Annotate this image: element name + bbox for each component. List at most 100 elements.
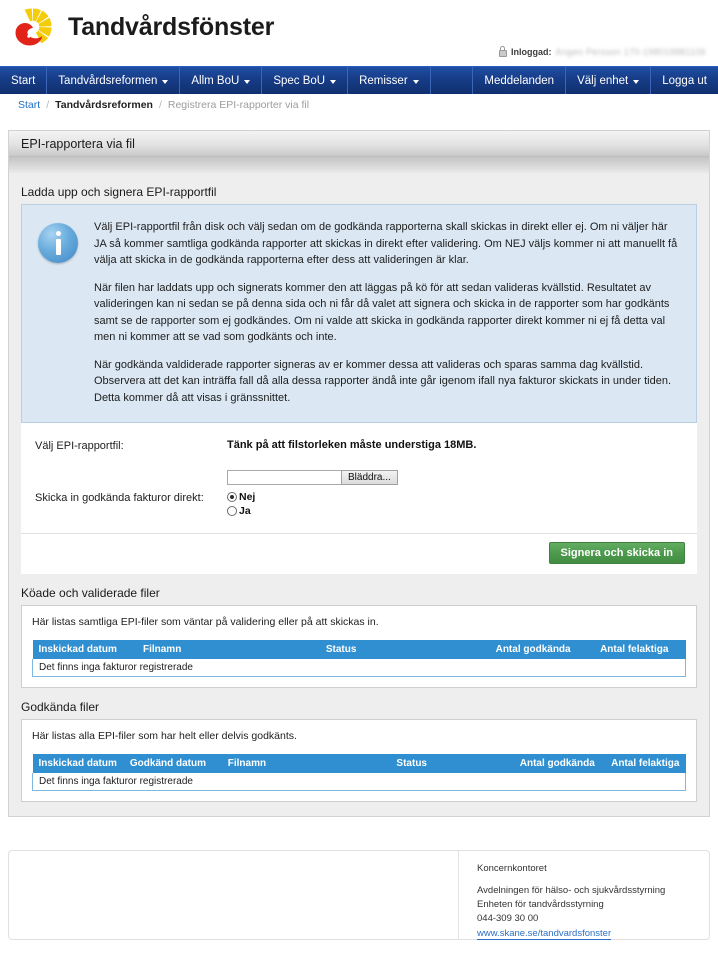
table-header-row: Inskickad datum Filnamn Status Antal god… [32,640,686,659]
logged-in-label: Inloggad: [511,46,552,57]
queued-files-table: Inskickad datum Filnamn Status Antal god… [32,640,686,677]
navbar-spacer [431,67,474,94]
breadcrumb-separator: / [158,99,162,111]
queued-files-title: Köade och validerade filer [21,586,160,600]
empty-state-text: Det finns inga fakturor registrerade [32,773,686,791]
brand-title: Tandvårdsfönster [68,12,275,41]
logged-in-user: Angen Persson 170-198019881106 [555,46,706,57]
breadcrumb-item-current: Registrera EPI-rapporter via fil [167,99,310,111]
chevron-down-icon [244,79,251,84]
column-header-antal-felaktiga[interactable]: Antal felaktiga [594,640,686,659]
nav-item-label: Meddelanden [484,74,555,87]
direct-send-row: Skicka in godkända fakturor direkt: Nej … [35,491,683,517]
queued-files-table-wrap: Inskickad datum Filnamn Status Antal god… [22,640,696,687]
file-picker[interactable]: Bläddra... [227,470,683,485]
radio-button-nej[interactable] [227,492,237,502]
nav-item-label: Remisser [359,74,408,87]
page-title: EPI-rapportera via fil [21,136,135,151]
column-header-status[interactable]: Status [390,754,514,773]
browse-button[interactable]: Bläddra... [341,470,398,485]
page-title-bar: EPI-rapportera via fil [9,131,709,157]
radio-label-nej: Nej [239,491,256,503]
nav-item-label: Logga ut [662,74,707,87]
brand-header: Tandvårdsfönster Inloggad: Angen Persson… [0,0,718,66]
sign-and-submit-button[interactable]: Signera och skicka in [548,542,685,564]
footer-department-line-1: Avdelningen för hälso- och sjukvårdsstyr… [477,885,666,896]
nav-item-meddelanden[interactable]: Meddelanden [473,67,567,94]
column-header-antal-felaktiga[interactable]: Antal felaktiga [605,754,686,773]
upload-section-title: Ladda upp och signera EPI-rapportfil [21,185,217,199]
nav-item-label: Välj enhet [577,74,629,87]
nav-item-spec-bou[interactable]: Spec BoU [262,67,349,94]
breadcrumb: Start / Tandvårdsreformen / Registrera E… [0,94,718,116]
nav-item-start[interactable]: Start [0,67,48,94]
info-panel: Välj EPI-rapportfil från disk och välj s… [21,204,697,423]
column-header-status[interactable]: Status [319,640,490,659]
column-header-filnamn[interactable]: Filnamn [136,640,320,659]
approved-files-table-wrap: Inskickad datum Godkänd datum Filnamn St… [22,754,696,801]
footer-contact-block: Koncernkontoret Avdelningen för hälso- o… [459,851,709,941]
nav-item-label: Start [11,74,36,87]
nav-item-label: Allm BoU [191,74,240,87]
info-circle-icon [38,223,78,263]
header-gradient-divider [9,157,709,173]
chevron-down-icon [412,79,419,84]
footer-department-line-2: Enheten för tandvårdsstyrning [477,898,604,910]
radio-option-nej[interactable]: Nej [227,491,255,503]
chevron-down-icon [162,79,169,84]
nav-item-valj-enhet[interactable]: Välj enhet [566,67,652,94]
column-header-godkand-datum[interactable]: Godkänd datum [123,754,222,773]
queued-files-panel: Här listas samtliga EPI-filer som väntar… [21,605,697,688]
page-footer: Koncernkontoret Avdelningen för hälso- o… [8,850,710,941]
column-header-antal-godkanda[interactable]: Antal godkända [513,754,606,773]
table-row: Det finns inga fakturor registrerade [32,659,686,677]
nav-item-label: Spec BoU [273,74,326,87]
brand-row: Tandvårdsfönster [10,0,708,48]
file-size-note: Tänk på att filstorleken måste understig… [227,439,477,451]
empty-state-text: Det finns inga fakturor registrerade [32,659,686,677]
navbar-right-group: Meddelanden Välj enhet Logga ut [473,67,718,94]
info-panel-text: Välj EPI-rapportfil från disk och välj s… [94,219,680,406]
upload-form: Välj EPI-rapportfil: Tänk på att filstor… [21,423,697,533]
approved-files-section: Godkända filer Här listas alla EPI-filer… [9,688,709,802]
nav-item-allm-bou[interactable]: Allm BoU [180,67,263,94]
breadcrumb-item-start[interactable]: Start [18,99,40,111]
nav-item-remisser[interactable]: Remisser [348,67,431,94]
info-paragraph: När godkända valdiderade rapporter signe… [94,358,672,404]
info-paragraph: Välj EPI-rapportfil från disk och välj s… [94,221,678,266]
file-field-label: Välj EPI-rapportfil: [35,440,124,452]
info-paragraph: När filen har laddats upp och signerats … [94,281,670,344]
footer-phone: 044-309 30 00 [477,912,539,924]
column-header-inskickad-datum[interactable]: Inskickad datum [32,640,137,659]
direct-send-label: Skicka in godkända fakturor direkt: [35,492,204,504]
radio-button-ja[interactable] [227,506,237,516]
table-header-row: Inskickad datum Godkänd datum Filnamn St… [32,754,686,773]
approved-files-title: Godkända filer [21,700,100,714]
queued-files-section: Köade och validerade filer Här listas sa… [9,574,709,688]
approved-files-table: Inskickad datum Godkänd datum Filnamn St… [32,754,686,791]
nav-item-logga-ut[interactable]: Logga ut [651,67,718,94]
footer-left-empty [9,851,459,939]
column-header-antal-godkanda[interactable]: Antal godkända [489,640,595,659]
radio-label-ja: Ja [239,505,251,517]
region-skane-sunburst-logo-icon [12,6,54,48]
column-header-inskickad-datum[interactable]: Inskickad datum [32,754,124,773]
column-header-filnamn[interactable]: Filnamn [221,754,391,773]
main-navbar: Start Tandvårdsreformen Allm BoU Spec Bo… [0,66,718,94]
breadcrumb-item-tandvardsreformen[interactable]: Tandvårdsreformen [55,99,153,111]
logged-in-status: Inloggad: Angen Persson 170-198019881106 [498,46,706,57]
app-page: Tandvårdsfönster Inloggad: Angen Persson… [0,0,718,972]
nav-item-label: Tandvårdsreformen [58,74,158,87]
radio-option-ja[interactable]: Ja [227,505,255,517]
content-shell: EPI-rapportera via fil Ladda upp och sig… [8,130,710,817]
queued-files-description: Här listas samtliga EPI-filer som väntar… [32,616,379,628]
nav-item-tandvardsreformen[interactable]: Tandvårdsreformen [47,67,181,94]
footer-website-link[interactable]: www.skane.se/tandvardsfonster [477,928,612,941]
file-label-row: Välj EPI-rapportfil: Tänk på att filstor… [35,439,683,452]
chevron-down-icon [633,79,640,84]
approved-files-description: Här listas alla EPI-filer som har helt e… [32,730,297,742]
footer-org-name: Koncernkontoret [477,863,547,874]
chevron-down-icon [330,79,337,84]
upload-section: Ladda upp och signera EPI-rapportfil Väl… [9,173,709,574]
file-path-input[interactable] [227,470,341,485]
